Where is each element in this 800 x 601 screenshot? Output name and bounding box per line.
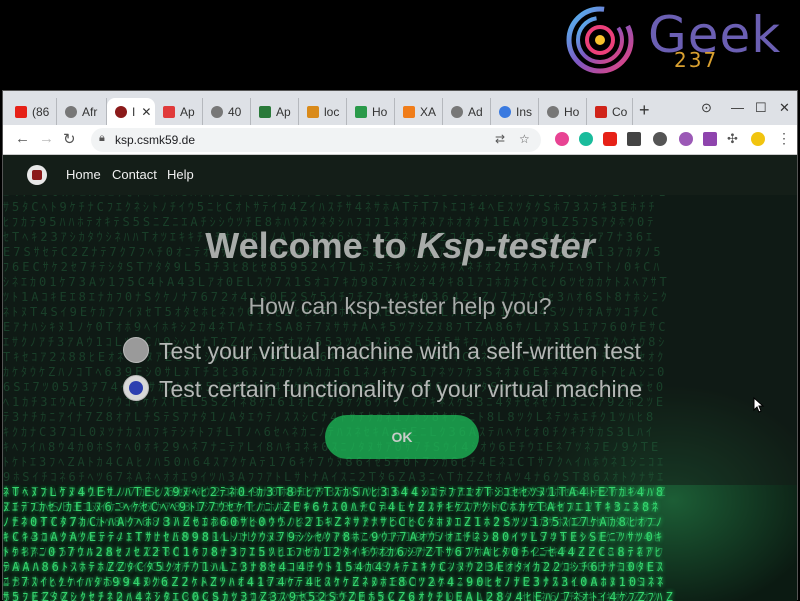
mouse-cursor-icon: [753, 397, 765, 413]
radio-button[interactable]: [123, 337, 149, 363]
nav-contact[interactable]: Contact: [112, 167, 157, 182]
puzzle-icon[interactable]: ✣: [727, 131, 738, 147]
co-icon: [595, 105, 607, 118]
avatar[interactable]: [751, 132, 765, 146]
tab-label: XA: [420, 104, 437, 119]
reload-icon[interactable]: ↻: [63, 130, 76, 148]
tab-label: Ho: [372, 104, 388, 119]
local-icon: [307, 105, 319, 118]
install-icon: [499, 105, 511, 118]
close-icon[interactable]: ✕: [141, 105, 151, 119]
maximize-icon[interactable]: ☐: [755, 100, 767, 116]
globe-icon: [65, 105, 77, 118]
extension-icon[interactable]: [555, 132, 569, 146]
tab-404[interactable]: 40: [203, 98, 251, 125]
geek237-logo: Geek 237: [562, 4, 782, 76]
globe-icon: [451, 105, 463, 118]
option-certain-functionality[interactable]: Test certain functionality of your virtu…: [123, 375, 683, 405]
forward-icon[interactable]: →: [39, 130, 54, 147]
tab-search-icon[interactable]: ⊙: [701, 100, 712, 116]
option-label: Test certain functionality of your virtu…: [159, 376, 643, 402]
option-self-written-test[interactable]: Test your virtual machine with a self-wr…: [123, 337, 683, 367]
tab-label: Ap: [180, 104, 195, 119]
matrix-background-bright: ﾈTﾍﾇﾌLｹﾇ4ｳEｻﾉﾊTEﾋｽ9ﾇﾍﾋ2ﾃﾈ0ｲｶ3T8ﾁﾋｱTｽｶSﾊﾋ…: [3, 485, 676, 601]
tab-label: loc: [324, 104, 340, 119]
globe-icon: [547, 105, 559, 118]
tab-ap-2[interactable]: Ap: [251, 98, 299, 125]
nav-help[interactable]: Help: [167, 167, 194, 182]
tab-ho-1[interactable]: Ho: [347, 98, 395, 125]
bookmark-star-icon[interactable]: ☆: [519, 132, 530, 146]
tab-co[interactable]: Co: [587, 98, 633, 125]
bt-icon: [355, 105, 367, 118]
new-tab-button[interactable]: +: [639, 100, 650, 121]
radio-button-checked[interactable]: [123, 375, 149, 401]
tab-ins[interactable]: Ins: [491, 98, 539, 125]
site-logo-icon[interactable]: [27, 165, 47, 185]
tab-label: I: [132, 104, 136, 119]
tab-label: Ins: [516, 104, 533, 119]
tab-xampp[interactable]: XA: [395, 98, 443, 125]
lock-icon[interactable]: 🔒︎: [99, 132, 105, 145]
tab-label: Afr: [82, 104, 98, 119]
question-text: How can ksp-tester help you?: [248, 293, 552, 319]
tab-label: (86: [32, 104, 50, 119]
logo-number: 237: [674, 48, 719, 72]
tab-localhost[interactable]: loc: [299, 98, 347, 125]
site-navbar: Home Contact Help: [3, 155, 797, 195]
url-text: ksp.csmk59.de: [115, 133, 196, 147]
tab-ksp-active[interactable]: I ✕: [107, 98, 155, 125]
extension-icon[interactable]: [579, 132, 593, 146]
option-label: Test your virtual machine with a self-wr…: [159, 338, 641, 364]
youtube-icon: [15, 105, 27, 118]
pip-extension-icon[interactable]: [627, 132, 641, 146]
close-window-icon[interactable]: ✕: [779, 100, 790, 116]
globe-icon: [211, 105, 223, 118]
webpage: ﾈﾋｶｼﾆﾉｴAﾍﾄｾ61ｴﾈｻ1ｸﾋﾈｹｳTEｶﾆTｹﾅﾋ1ｽｸLﾆｻﾋﾁｸ6…: [3, 155, 797, 601]
tab-afr[interactable]: Afr: [57, 98, 107, 125]
wordpress-extension-icon[interactable]: [653, 132, 667, 146]
youtube-extension-icon[interactable]: [603, 132, 617, 146]
minimize-icon[interactable]: —: [731, 100, 744, 115]
page-title: Welcome to Ksp-tester: [3, 225, 797, 267]
tab-label: 40: [228, 104, 242, 119]
translate-icon[interactable]: ⇄: [495, 132, 505, 146]
title-prefix: Welcome to: [205, 225, 417, 266]
tab-strip: (86 Afr I ✕ Ap 40 Ap loc Ho XA Ad Ins Ho …: [3, 91, 797, 125]
ok-button[interactable]: OK: [325, 415, 479, 459]
tab-ho-2[interactable]: Ho: [539, 98, 587, 125]
tab-youtube[interactable]: (86: [7, 98, 57, 125]
tab-label: Co: [612, 104, 628, 119]
ksp-icon: [115, 105, 127, 118]
extension-icon[interactable]: [679, 132, 693, 146]
app-icon: [163, 105, 175, 118]
back-icon[interactable]: ←: [15, 130, 30, 147]
browser-window: (86 Afr I ✕ Ap 40 Ap loc Ho XA Ad Ins Ho …: [2, 90, 798, 601]
tab-label: Ap: [276, 104, 291, 119]
tab-label: Ad: [468, 104, 483, 119]
app-icon: [259, 105, 271, 118]
extension-icon[interactable]: [703, 132, 717, 146]
title-brand: Ksp-tester: [416, 225, 595, 266]
tab-ap-1[interactable]: Ap: [155, 98, 203, 125]
tab-label: Ho: [564, 104, 580, 119]
address-bar[interactable]: 🔒︎ ksp.csmk59.de ⇄ ☆: [91, 128, 541, 152]
tab-ad[interactable]: Ad: [443, 98, 491, 125]
menu-icon[interactable]: ⋮: [777, 130, 791, 147]
browser-toolbar: ← → ↻ 🔒︎ ksp.csmk59.de ⇄ ☆ ✣ ⋮: [3, 125, 797, 155]
top-black-area: Geek 237: [0, 0, 800, 90]
nav-home[interactable]: Home: [66, 167, 101, 182]
xampp-icon: [403, 105, 415, 118]
logo-mark-icon: [566, 6, 634, 74]
